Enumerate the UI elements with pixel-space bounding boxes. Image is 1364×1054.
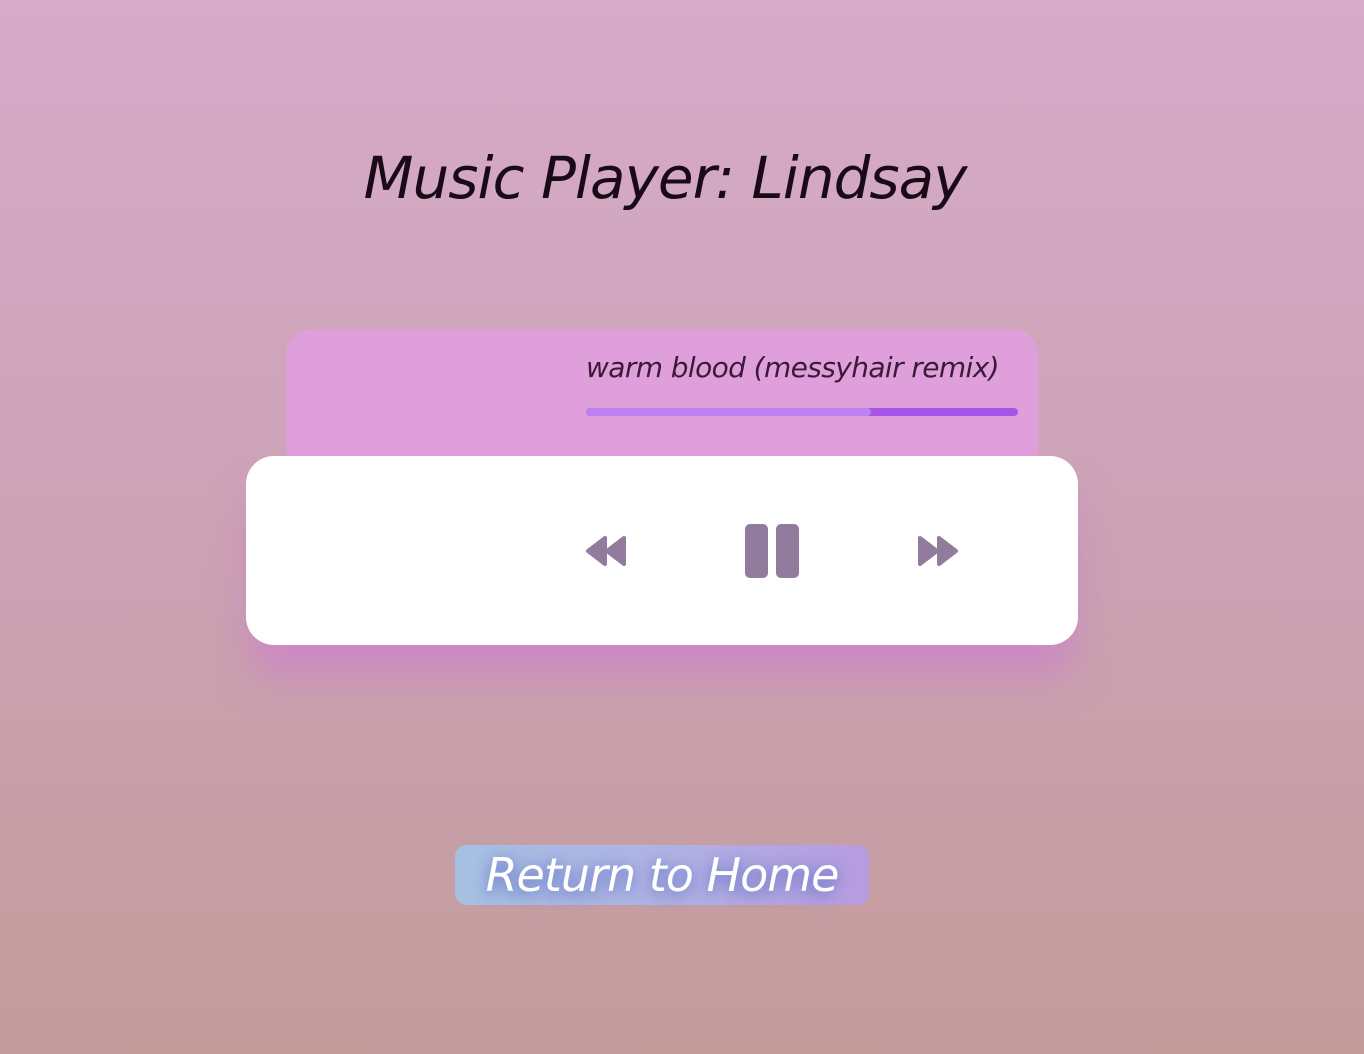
rewind-icon (586, 535, 626, 566)
return-home-label: Return to Home (485, 848, 840, 902)
progress-bar[interactable] (586, 408, 1018, 416)
track-title: warm blood (messyhair remix) (586, 351, 1000, 384)
fast-forward-icon (918, 535, 958, 566)
next-button[interactable] (908, 456, 968, 645)
return-home-button[interactable]: Return to Home (455, 845, 869, 905)
pause-icon (745, 523, 799, 578)
progress-bar-fill (586, 408, 872, 416)
pause-button[interactable] (740, 456, 804, 645)
page-title: Music Player: Lindsay (363, 144, 967, 212)
previous-button[interactable] (576, 456, 636, 645)
music-player: warm blood (messyhair remix) (246, 329, 1078, 645)
controls-card (246, 456, 1078, 645)
